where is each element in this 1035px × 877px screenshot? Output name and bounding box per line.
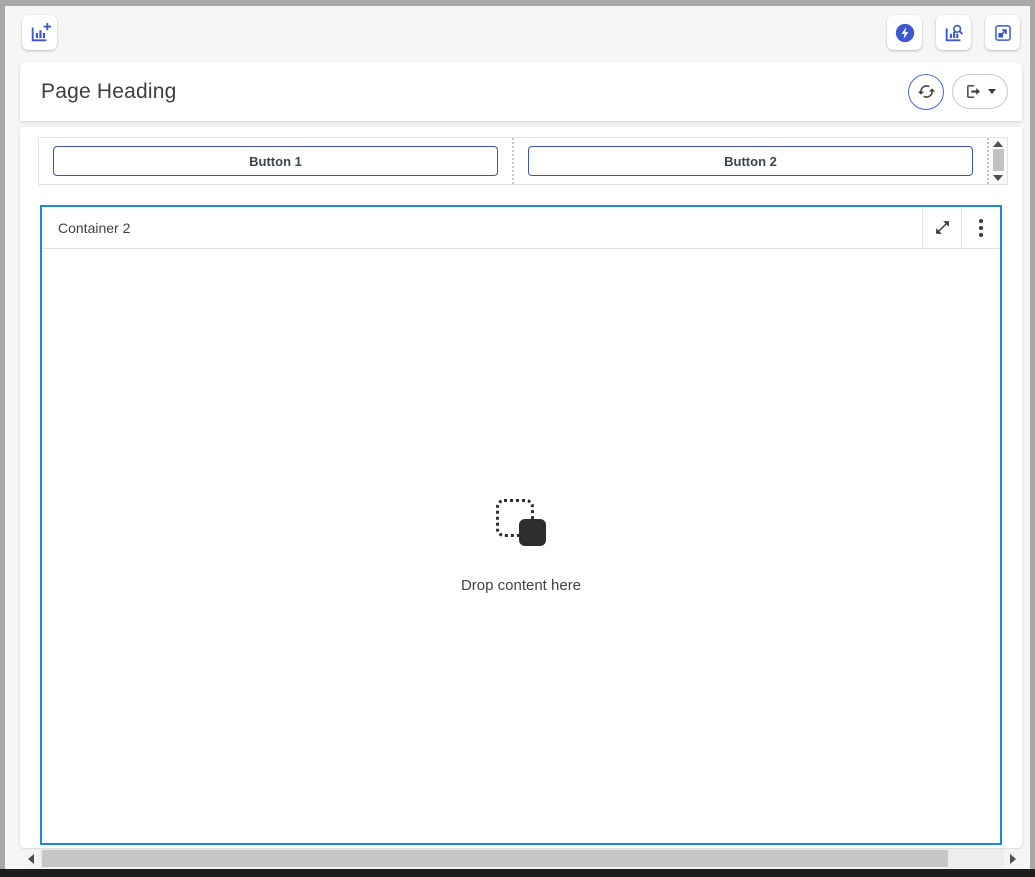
export-button[interactable] [952, 74, 1008, 109]
container-header-icons [922, 207, 1000, 248]
container-resize-button[interactable] [922, 207, 961, 248]
drop-zone-label: Drop content here [460, 576, 582, 594]
kebab-menu-icon [979, 218, 983, 237]
scroll-up-arrow[interactable] [993, 141, 1003, 147]
button-2[interactable]: Button 2 [528, 146, 973, 176]
drop-content-icon [496, 498, 546, 547]
drop-zone[interactable]: Drop content here [42, 249, 1000, 843]
horizontal-scrollbar[interactable] [22, 849, 1022, 868]
expand-icon [993, 23, 1013, 43]
horizontal-scrollbar-track[interactable] [40, 849, 1004, 868]
container-2: Container 2 Drop content here [40, 205, 1002, 845]
refresh-button[interactable] [908, 73, 944, 110]
chart-search-button[interactable] [936, 15, 971, 50]
button-cell-1: Button 1 [39, 138, 512, 184]
page-title: Page Heading [41, 79, 177, 103]
scroll-down-arrow[interactable] [993, 175, 1003, 181]
flash-circle-icon [894, 22, 916, 44]
window-frame-right [1030, 6, 1035, 869]
resize-diagonal-icon [934, 219, 951, 236]
container-title: Container 2 [58, 219, 131, 236]
button-row: Button 1 Button 2 [38, 137, 1008, 185]
toolbar-right [887, 15, 1020, 50]
window-frame-top [0, 0, 1035, 6]
page-canvas: Button 1 Button 2 Container 2 Drop conte… [20, 127, 1022, 848]
window-frame-left [0, 6, 5, 869]
scroll-right-arrow[interactable] [1010, 853, 1016, 864]
button-1[interactable]: Button 1 [53, 146, 498, 176]
export-icon [965, 83, 982, 100]
toolbar-left [22, 15, 57, 50]
expand-button[interactable] [985, 15, 1020, 50]
container-header: Container 2 [42, 207, 1000, 249]
horizontal-scrollbar-thumb[interactable] [42, 850, 949, 867]
scroll-left-arrow[interactable] [28, 853, 34, 864]
add-chart-button[interactable] [22, 15, 57, 50]
button-cell-2: Button 2 [514, 138, 987, 184]
refresh-icon [917, 82, 936, 101]
window-frame-bottom [0, 869, 1035, 877]
flash-button[interactable] [887, 15, 922, 50]
vertical-scrollbar[interactable] [987, 138, 1007, 184]
page-header: Page Heading [20, 62, 1022, 121]
container-menu-button[interactable] [961, 207, 1000, 248]
chart-search-icon [943, 22, 965, 44]
add-chart-icon [29, 22, 51, 44]
page-header-controls [908, 73, 1008, 110]
caret-down-icon [987, 89, 996, 94]
vertical-scrollbar-thumb[interactable] [992, 149, 1004, 171]
